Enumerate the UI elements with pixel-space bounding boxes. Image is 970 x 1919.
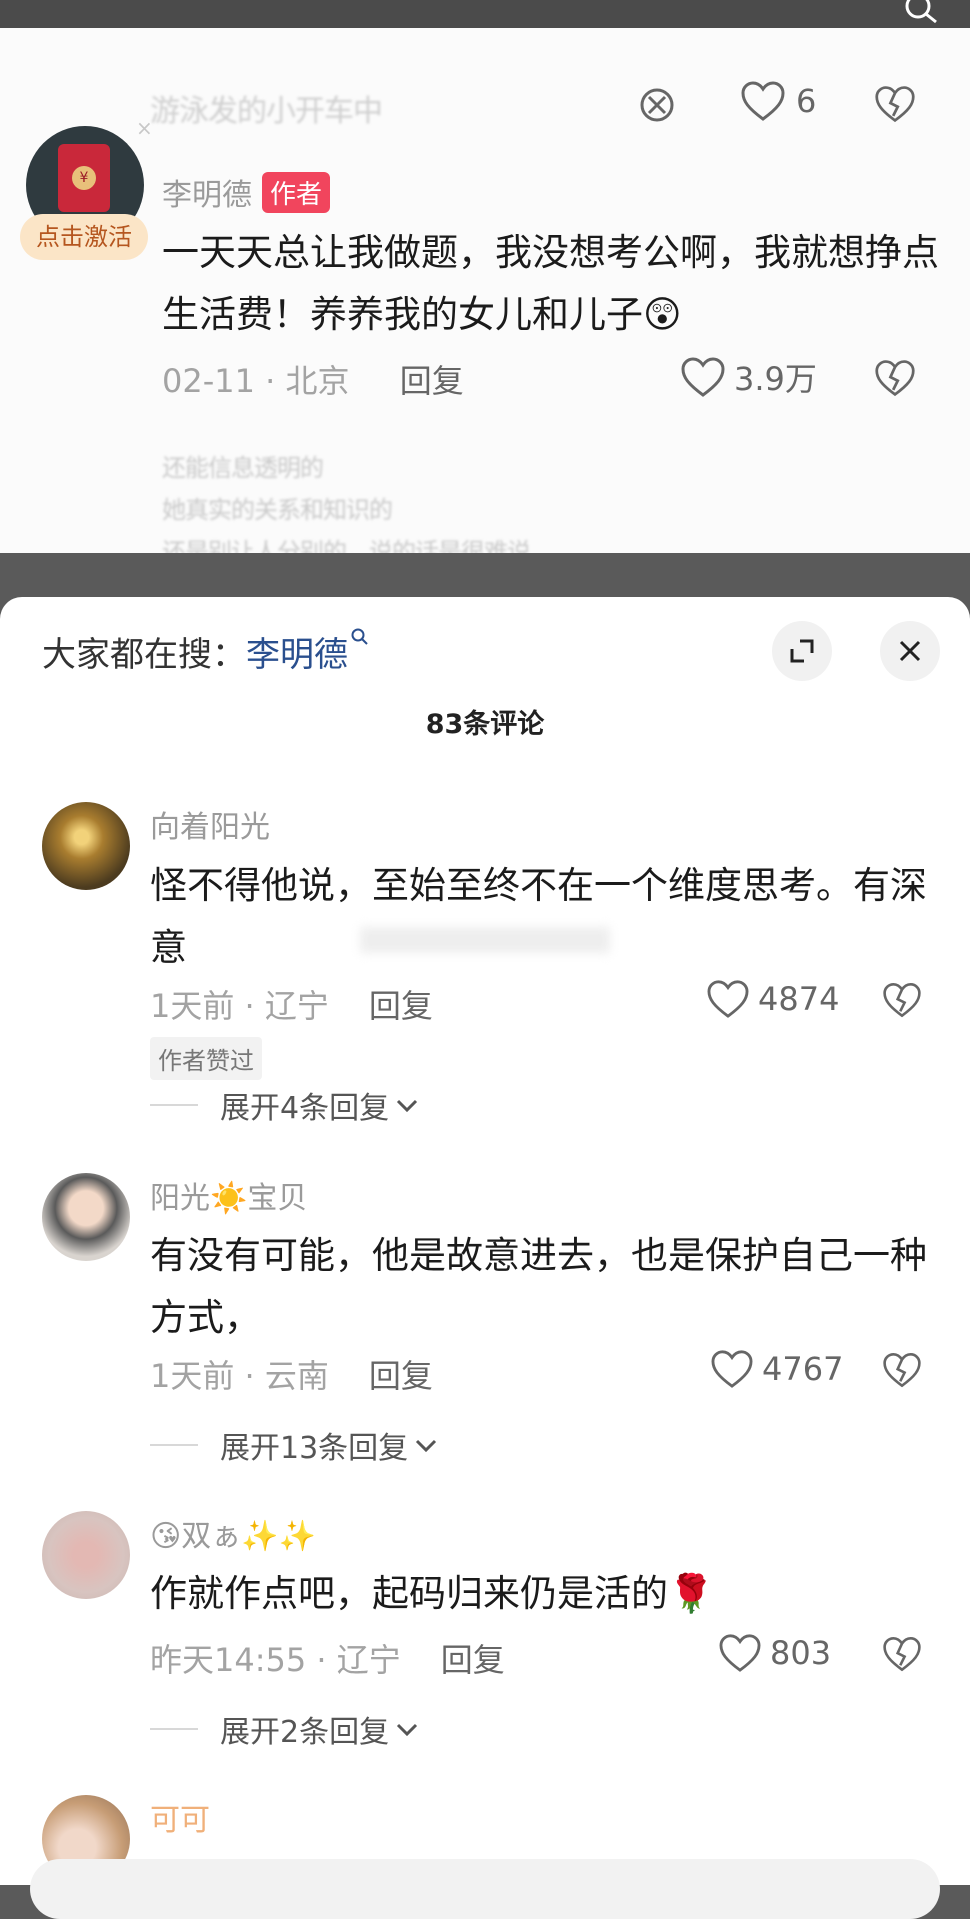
reply-button[interactable]: 回复 xyxy=(369,1357,433,1395)
reply-button[interactable]: 回复 xyxy=(369,987,433,1025)
activate-badge[interactable]: 点击激活 xyxy=(20,214,148,260)
like-count: 4874 xyxy=(758,980,840,1018)
comment-location: 云南 xyxy=(264,1357,329,1395)
author-comment-like[interactable]: 3.9万 xyxy=(680,354,817,400)
author-comment-card: 游泳发的小开车中 6 × 点击激活 李明德 作者 一天天总让我做题，我没想考公啊… xyxy=(0,28,970,553)
blurred-line-2: 她真实的关系和知识的 xyxy=(162,496,393,524)
header-like[interactable]: 6 xyxy=(740,80,816,122)
close-button[interactable] xyxy=(880,621,940,681)
expand-replies[interactable]: 展开13条回复 xyxy=(150,1423,438,1467)
comment-location: 辽宁 xyxy=(264,987,329,1025)
comment-like[interactable]: 4767 xyxy=(710,1349,843,1389)
comment-username[interactable]: 向着阳光 xyxy=(150,802,270,846)
comment-time: 1天前 xyxy=(150,1357,235,1395)
comment-like[interactable]: 803 xyxy=(718,1633,831,1673)
broken-heart-icon[interactable] xyxy=(882,1635,922,1673)
broken-heart-icon[interactable] xyxy=(874,358,916,398)
comments-sheet: 大家都在搜：李明德 83条评论 向着阳光 怪不得他说，至始至终不在一个维度思考。… xyxy=(0,597,970,1919)
comment-like[interactable]: 4874 xyxy=(706,979,839,1019)
like-count: 3.9万 xyxy=(734,360,817,398)
heart-outline-icon xyxy=(707,980,749,1018)
search-keyword-link[interactable]: 李明德 xyxy=(246,635,348,675)
like-count: 4767 xyxy=(762,1350,844,1388)
like-count: 803 xyxy=(770,1634,832,1672)
top-strip xyxy=(0,0,970,28)
comment-input-bar[interactable] xyxy=(30,1859,940,1919)
everyone-searching-label: 大家都在搜： xyxy=(42,635,246,675)
expand-replies[interactable]: 展开4条回复 xyxy=(150,1083,419,1127)
chevron-down-icon xyxy=(397,1723,418,1737)
reply-button[interactable]: 回复 xyxy=(400,362,464,400)
chevron-down-icon xyxy=(416,1439,437,1453)
comment-location: 辽宁 xyxy=(336,1641,401,1679)
everyone-searching: 大家都在搜：李明德 xyxy=(42,627,370,676)
comment-username[interactable]: 😘双ぁ✨✨ xyxy=(150,1511,316,1555)
chevron-down-icon xyxy=(397,1099,418,1113)
comment-location: 北京 xyxy=(285,362,350,400)
broken-heart-icon[interactable] xyxy=(882,981,922,1019)
comment-username[interactable]: 阳光☀️宝贝 xyxy=(150,1173,307,1217)
avatar[interactable] xyxy=(42,1511,130,1599)
heart-outline-icon xyxy=(719,1634,761,1672)
fullscreen-button[interactable] xyxy=(772,621,832,681)
comment-meta: 1天前 · 云南 回复 xyxy=(150,1357,433,1395)
red-envelope-icon xyxy=(58,144,110,212)
blurred-line-1: 还能信息透明的 xyxy=(162,454,324,482)
comment-meta: 昨天14:55 · 辽宁 回复 xyxy=(150,1641,505,1679)
heart-outline-icon xyxy=(681,357,725,397)
expand-replies-label: 展开2条回复 xyxy=(220,1715,390,1750)
close-icon xyxy=(899,640,921,662)
expand-replies-label: 展开4条回复 xyxy=(220,1091,390,1126)
author-comment-text: 一天天总让我做题，我没想考公啊，我就想挣点生活费！养养我的女儿和儿子😲 xyxy=(162,231,939,336)
comment-text: 有没有可能，他是故意进去，也是保护自己一种方式， xyxy=(150,1234,927,1339)
comment-username[interactable]: 可可 xyxy=(150,1795,210,1839)
author-row: 李明德 作者 xyxy=(162,170,331,214)
heart-outline-icon xyxy=(741,81,785,121)
close-icon[interactable]: × xyxy=(136,116,153,140)
avatar[interactable] xyxy=(42,1173,130,1261)
comment-date: 02-11 xyxy=(162,362,255,400)
search-icon[interactable] xyxy=(904,0,940,24)
expand-replies[interactable]: 展开2条回复 xyxy=(150,1707,419,1751)
comment-time: 1天前 xyxy=(150,987,235,1025)
author-comment-meta: 02-11 · 北京 回复 xyxy=(162,362,464,400)
magnifier-small-icon xyxy=(351,628,368,645)
heart-outline-icon xyxy=(711,1350,753,1388)
broken-heart-icon[interactable] xyxy=(882,1351,922,1389)
fullscreen-icon xyxy=(790,639,814,663)
expand-replies-label: 展开13条回复 xyxy=(220,1431,409,1466)
header-like-count: 6 xyxy=(796,82,817,120)
author-liked-badge: 作者赞过 xyxy=(150,1037,262,1080)
comment-meta: 1天前 · 辽宁 回复 xyxy=(150,987,433,1025)
avatar[interactable] xyxy=(42,802,130,890)
broken-heart-icon[interactable] xyxy=(874,84,916,124)
blurred-header-text: 游泳发的小开车中 xyxy=(150,94,383,129)
blurred-line-3: 还是别让人分别的，说的话是很难说 xyxy=(162,538,531,553)
share-cross-icon[interactable] xyxy=(638,86,676,124)
author-badge: 作者 xyxy=(262,171,331,213)
comment-text: 怪不得他说，至始至终不在一个维度思考。有深意 xyxy=(150,864,927,969)
blurred-region xyxy=(360,927,610,953)
comment-count: 83条评论 xyxy=(425,709,545,740)
author-name[interactable]: 李明德 xyxy=(162,170,252,214)
reply-button[interactable]: 回复 xyxy=(441,1641,505,1679)
comment-time: 昨天14:55 xyxy=(150,1641,307,1679)
comment-text: 作就作点吧，起码归来仍是活的🌹 xyxy=(150,1572,715,1615)
